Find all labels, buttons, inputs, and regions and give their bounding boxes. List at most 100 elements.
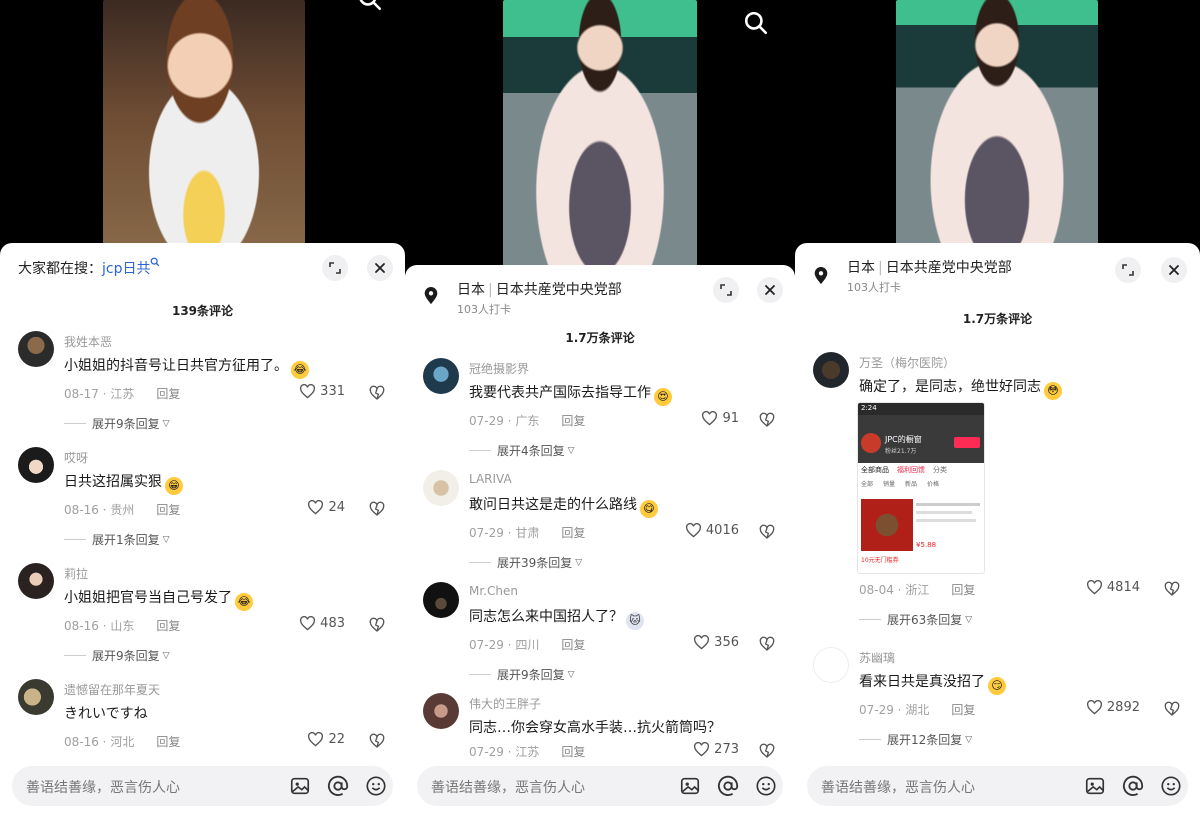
mention-icon[interactable] [327, 775, 349, 797]
close-button[interactable] [757, 277, 783, 303]
divider-line [64, 423, 86, 424]
emoji-icon[interactable] [1160, 775, 1182, 797]
mention-icon[interactable] [1122, 775, 1144, 797]
dislike-heart-icon[interactable] [369, 733, 385, 749]
reply-button[interactable]: 回复 [156, 619, 180, 633]
reply-button[interactable]: 回复 [561, 526, 585, 540]
dislike-heart-icon[interactable] [1164, 581, 1180, 597]
image-icon[interactable] [289, 775, 311, 797]
like-button[interactable]: 273 [693, 742, 739, 757]
divider-line [859, 619, 881, 620]
expand-replies-button[interactable]: 展开12条回复 ▽ [859, 731, 972, 748]
dislike-heart-icon[interactable] [369, 501, 385, 517]
expand-replies-button[interactable]: 展开1条回复 ▽ [64, 531, 170, 548]
expand-replies-label: 展开4条回复 [497, 444, 565, 458]
comment-username[interactable]: 冠绝摄影界 [469, 360, 529, 377]
comment-username[interactable]: 苏幽璃 [859, 649, 895, 666]
close-button[interactable] [367, 255, 393, 281]
avatar[interactable] [18, 331, 54, 367]
expand-replies-button[interactable]: 展开4条回复 ▽ [469, 442, 575, 459]
location-title[interactable]: 日本 | 日本共産党中央党部 [847, 257, 1012, 277]
reply-button[interactable]: 回复 [561, 414, 585, 428]
comment-date-location: 08-17 · 江苏 [64, 387, 135, 401]
expand-sheet-button[interactable] [322, 255, 348, 281]
mention-icon[interactable] [717, 775, 739, 797]
avatar[interactable] [423, 470, 459, 506]
expand-replies-button[interactable]: 展开9条回复 ▽ [469, 666, 575, 683]
avatar[interactable] [18, 679, 54, 715]
image-icon[interactable] [1084, 775, 1106, 797]
comment-image-attachment[interactable]: 2:24 JPC的橱窗 粉丝21.7万 全部商品 福利回馈 分类 全部 销量 新… [857, 402, 985, 574]
reply-button[interactable]: 回复 [156, 387, 180, 401]
comment-username[interactable]: 我姓本恶 [64, 333, 112, 350]
comment-input-bar[interactable]: 善语结善缘，恶言伤人心 [12, 766, 393, 806]
reply-button[interactable]: 回复 [951, 703, 975, 717]
video-player[interactable] [795, 0, 1200, 262]
sheet-header[interactable]: 日本 | 日本共産党中央党部 103人打卡 [795, 243, 1200, 299]
comment-username[interactable]: 哎呀 [64, 449, 88, 466]
comment-username[interactable]: 莉拉 [64, 565, 88, 582]
expand-replies-label: 展开9条回复 [497, 668, 565, 682]
location-separator: | [488, 282, 493, 298]
avatar[interactable] [423, 358, 459, 394]
like-button[interactable]: 356 [693, 635, 739, 650]
comment-username[interactable]: Mr.Chen [469, 584, 518, 598]
avatar[interactable] [423, 693, 459, 729]
dislike-heart-icon[interactable] [759, 743, 775, 759]
like-button[interactable]: 2892 [1086, 700, 1140, 715]
like-button[interactable]: 4016 [685, 523, 739, 538]
search-keyword-link[interactable]: jcp日共 [102, 261, 150, 277]
avatar[interactable] [423, 582, 459, 618]
search-suggestion[interactable]: 大家都在搜：jcp日共 [18, 257, 160, 278]
comment-username[interactable]: 伟大的王胖子 [469, 695, 541, 712]
emoji-icon[interactable] [365, 775, 387, 797]
image-icon[interactable] [679, 775, 701, 797]
emoji-icon[interactable] [755, 775, 777, 797]
video-player[interactable] [405, 0, 795, 280]
reply-button[interactable]: 回复 [561, 745, 585, 759]
comment-username[interactable]: 万圣（梅尔医院） [859, 354, 955, 371]
like-button[interactable]: 91 [701, 411, 739, 426]
comment-meta: 07-29 · 四川 回复 [469, 636, 585, 653]
avatar[interactable] [18, 563, 54, 599]
like-button[interactable]: 22 [307, 732, 345, 747]
dislike-heart-icon[interactable] [369, 385, 385, 401]
search-icon[interactable] [743, 10, 769, 36]
dislike-heart-icon[interactable] [759, 524, 775, 540]
reply-button[interactable]: 回复 [156, 735, 180, 749]
comment-input-bar[interactable]: 善语结善缘，恶言伤人心 [807, 766, 1188, 806]
follow-button [954, 437, 980, 448]
sheet-header[interactable]: 日本 | 日本共産党中央党部 103人打卡 [405, 265, 795, 321]
location-checkins: 103人打卡 [457, 303, 511, 316]
like-button[interactable]: 483 [299, 616, 345, 631]
comment-input-bar[interactable]: 善语结善缘，恶言伤人心 [417, 766, 783, 806]
expand-replies-button[interactable]: 展开63条回复 ▽ [859, 611, 972, 628]
avatar[interactable] [813, 352, 849, 388]
comment-username[interactable]: LARIVA [469, 472, 512, 486]
dislike-heart-icon[interactable] [369, 617, 385, 633]
comment-count: 1.7万条评论 [962, 312, 1033, 326]
avatar[interactable] [18, 447, 54, 483]
like-button[interactable]: 331 [299, 384, 345, 399]
reply-button[interactable]: 回复 [156, 503, 180, 517]
video-player[interactable] [0, 0, 405, 262]
comment-username[interactable]: 遗憾留在那年夏天 [64, 681, 160, 698]
location-title[interactable]: 日本 | 日本共産党中央党部 [457, 279, 622, 299]
expand-replies-button[interactable]: 展开9条回复 ▽ [64, 647, 170, 664]
heart-icon [694, 635, 710, 650]
expand-sheet-button[interactable] [713, 277, 739, 303]
dislike-heart-icon[interactable] [1164, 701, 1180, 717]
expand-replies-button[interactable]: 展开9条回复 ▽ [64, 415, 170, 432]
avatar[interactable] [813, 647, 849, 683]
expand-replies-button[interactable]: 展开39条回复 ▽ [469, 554, 582, 571]
product-title-line [916, 511, 972, 514]
dislike-heart-icon[interactable] [759, 412, 775, 428]
like-button[interactable]: 4814 [1086, 580, 1140, 595]
dislike-heart-icon[interactable] [759, 636, 775, 652]
like-button[interactable]: 24 [307, 500, 345, 515]
search-icon[interactable] [357, 0, 383, 12]
expand-sheet-button[interactable] [1115, 257, 1141, 283]
reply-button[interactable]: 回复 [951, 583, 975, 597]
close-button[interactable] [1161, 257, 1187, 283]
reply-button[interactable]: 回复 [561, 638, 585, 652]
